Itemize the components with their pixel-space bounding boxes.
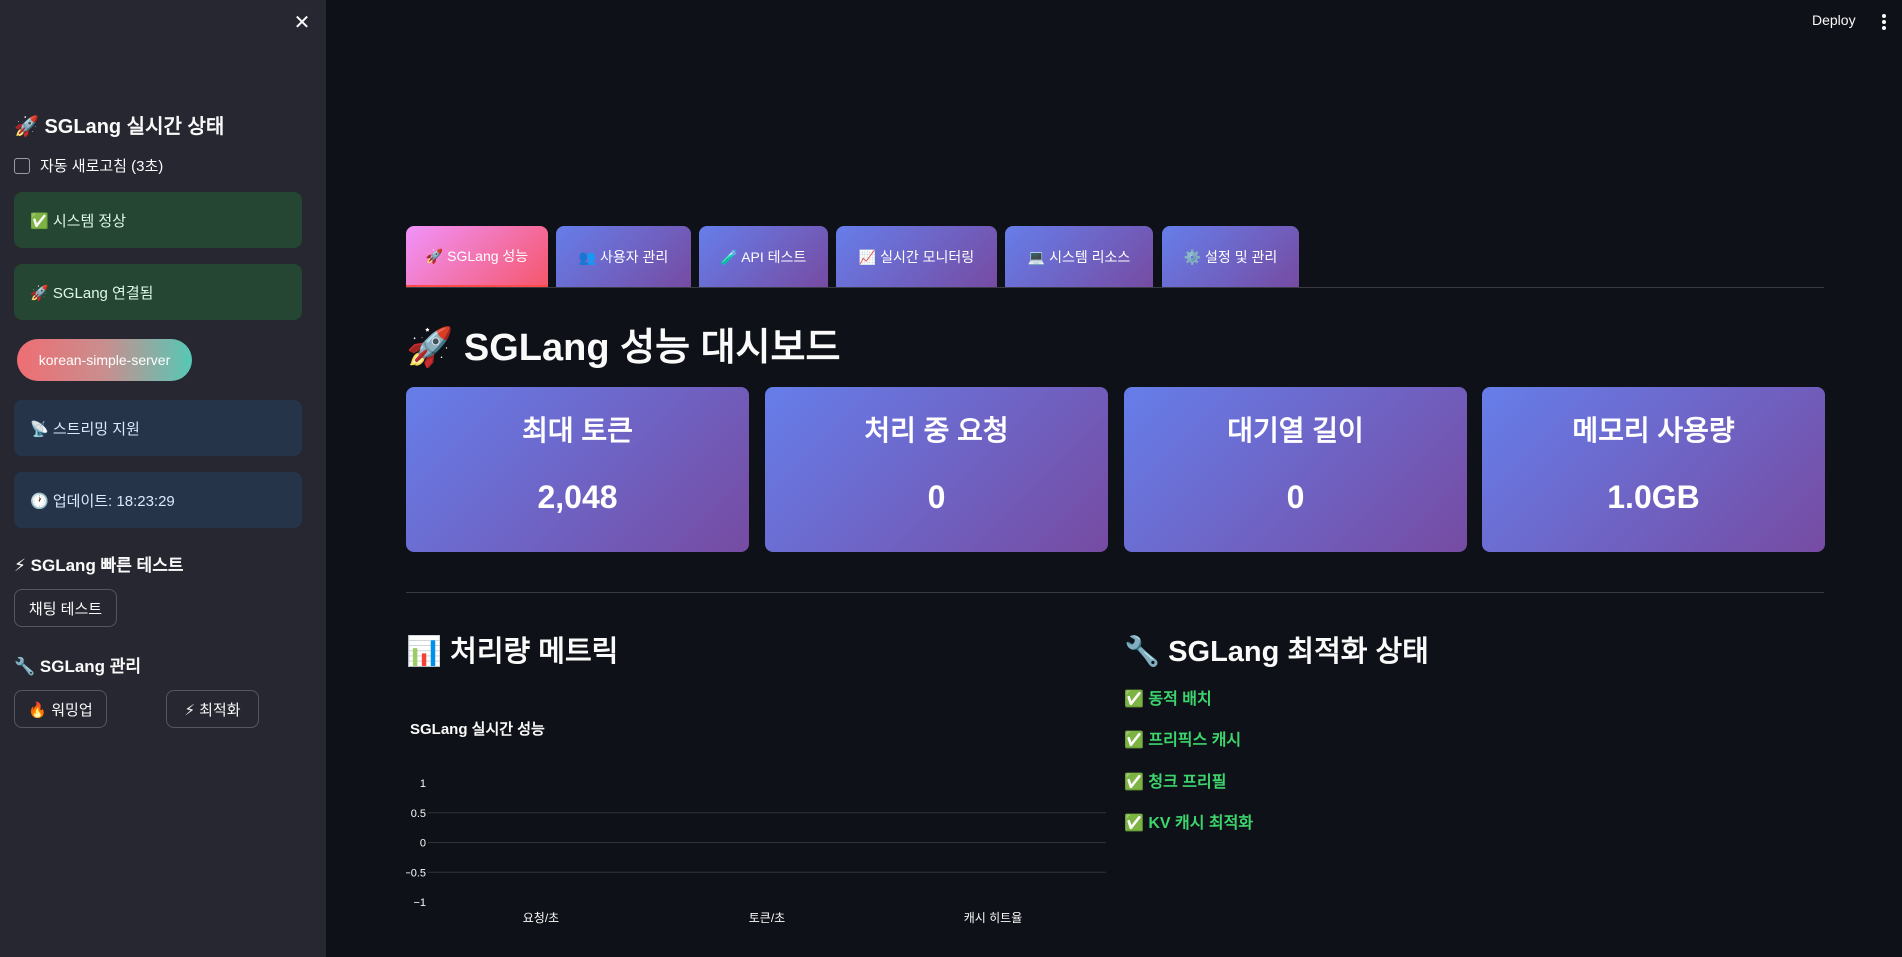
metric-label: 대기열 길이 xyxy=(1227,415,1364,446)
metric-card-running-requests: 처리 중 요청 0 xyxy=(765,387,1108,552)
metric-card-memory-usage: 메모리 사용량 1.0GB xyxy=(1482,387,1825,552)
page-title: 🚀 SGLang 성능 대시보드 xyxy=(406,327,841,369)
chart-plot: 1 0.5 0 −0.5 −1 요청/초 토큰/초 캐시 히트율 xyxy=(406,778,1106,925)
chart-y-tick-label: 1 xyxy=(420,778,426,790)
deploy-button[interactable]: Deploy xyxy=(1812,12,1856,28)
kebab-menu-icon[interactable] xyxy=(1880,12,1888,32)
warmup-button[interactable]: 🔥 워밍업 xyxy=(14,690,107,728)
chat-test-button[interactable]: 채팅 테스트 xyxy=(14,589,117,627)
metric-card-max-tokens: 최대 토큰 2,048 xyxy=(406,387,749,552)
chart-x-tick-label: 요청/초 xyxy=(523,911,559,925)
throughput-section-title: 📊 처리량 메트릭 xyxy=(406,636,619,668)
system-status-text: ✅ 시스템 정상 xyxy=(30,212,127,230)
metric-label: 메모리 사용량 xyxy=(1572,415,1735,446)
kebab-dot xyxy=(1882,26,1886,30)
performance-chart[interactable]: SGLang 실시간 성능 1 0.5 0 −0.5 −1 요청/초 토큰/초 캐시 히트율 xyxy=(406,712,1106,957)
tab-api-test[interactable]: 🧪 API 테스트 xyxy=(699,226,828,287)
optimization-item: ✅ 프리픽스 캐시 xyxy=(1124,732,1242,749)
sidebar: ✕ 🚀 SGLang 실시간 상태 자동 새로고침 (3초) ✅ 시스템 정상 … xyxy=(0,0,326,957)
updated-time-alert: 🕐 업데이트: 18:23:29 xyxy=(14,472,302,528)
metric-value: 1.0GB xyxy=(1607,479,1700,515)
metric-card-queue-length: 대기열 길이 0 xyxy=(1124,387,1467,552)
connection-status-alert: 🚀 SGLang 연결됨 xyxy=(14,264,302,320)
quick-test-title: ⚡ SGLang 빠른 테스트 xyxy=(14,556,184,575)
divider xyxy=(406,592,1824,593)
kebab-dot xyxy=(1882,20,1886,24)
updated-time-text: 🕐 업데이트: 18:23:29 xyxy=(30,492,175,510)
tab-user-management[interactable]: 👥 사용자 관리 xyxy=(556,226,691,287)
optimization-section-title: 🔧 SGLang 최적화 상태 xyxy=(1124,636,1429,668)
optimization-item: ✅ KV 캐시 최적화 xyxy=(1124,815,1254,832)
tab-realtime-monitoring[interactable]: 📈 실시간 모니터링 xyxy=(836,226,997,287)
metric-label: 처리 중 요청 xyxy=(864,415,1009,446)
system-status-alert: ✅ 시스템 정상 xyxy=(14,192,302,248)
server-name-badge: korean-simple-server xyxy=(17,339,192,381)
chart-x-tick-label: 토큰/초 xyxy=(749,911,785,925)
optimize-button[interactable]: ⚡ 최적화 xyxy=(166,690,259,728)
chart-y-tick-label: 0.5 xyxy=(411,808,426,820)
connection-status-text: 🚀 SGLang 연결됨 xyxy=(30,284,154,302)
realtime-status-title: 🚀 SGLang 실시간 상태 xyxy=(14,116,225,138)
chart-x-tick-label: 캐시 히트율 xyxy=(964,911,1023,925)
management-title: 🔧 SGLang 관리 xyxy=(14,657,142,676)
tab-system-resources[interactable]: 💻 시스템 리소스 xyxy=(1005,226,1153,287)
checkbox-box[interactable] xyxy=(14,157,30,174)
metric-value: 2,048 xyxy=(537,479,618,515)
tab-settings[interactable]: ⚙️ 설정 및 관리 xyxy=(1162,226,1299,287)
auto-refresh-label: 자동 새로고침 (3초) xyxy=(40,158,164,175)
metric-label: 최대 토큰 xyxy=(522,415,633,446)
optimization-item: ✅ 동적 배치 xyxy=(1124,691,1212,708)
chart-y-tick-label: −1 xyxy=(413,897,426,909)
metric-value: 0 xyxy=(1286,479,1305,515)
kebab-dot xyxy=(1882,14,1886,18)
tab-sglang-performance[interactable]: 🚀 SGLang 성능 xyxy=(406,226,548,287)
chart-y-tick-label: −0.5 xyxy=(406,867,426,879)
auto-refresh-checkbox[interactable]: 자동 새로고침 (3초) xyxy=(14,155,163,176)
chart-y-tick-label: 0 xyxy=(420,838,426,850)
metric-value: 0 xyxy=(927,479,946,515)
streaming-status-text: 📡 스트리밍 지원 xyxy=(30,420,140,438)
streaming-status-alert: 📡 스트리밍 지원 xyxy=(14,400,302,456)
optimization-item: ✅ 청크 프리필 xyxy=(1124,774,1227,791)
main-tabs: 🚀 SGLang 성능 👥 사용자 관리 🧪 API 테스트 📈 실시간 모니터… xyxy=(406,226,1824,288)
close-icon[interactable]: ✕ xyxy=(292,13,312,33)
